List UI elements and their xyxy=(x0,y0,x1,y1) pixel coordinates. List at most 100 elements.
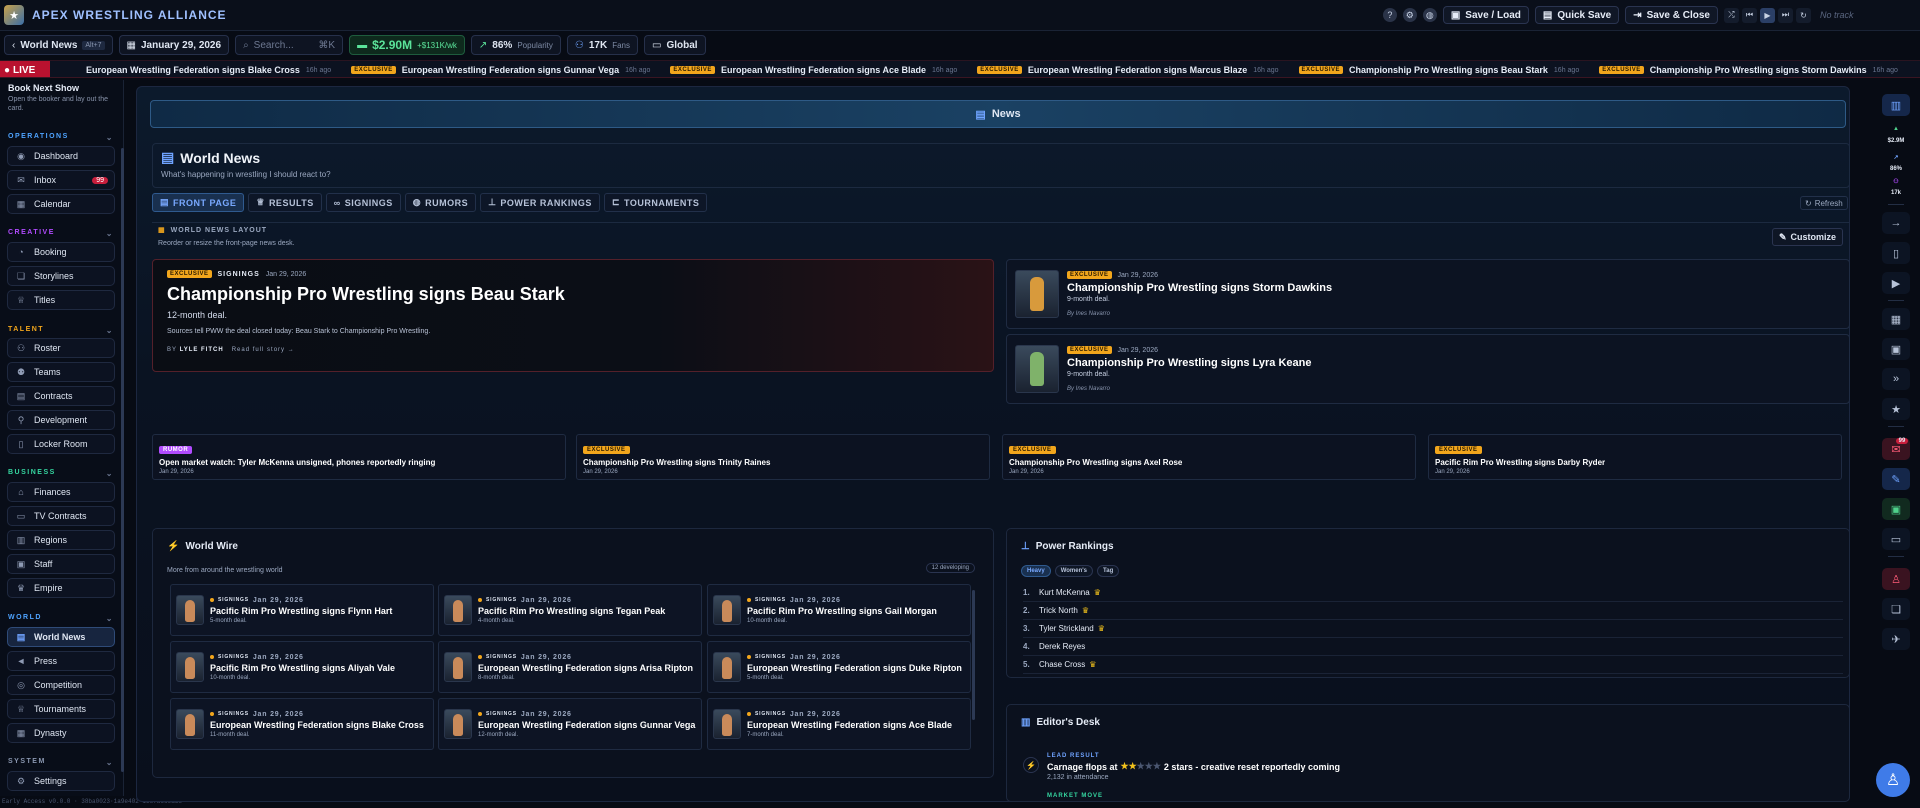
sidebar-item-contracts[interactable]: ▤ Contracts xyxy=(7,386,115,406)
id-card-icon[interactable]: ▭ xyxy=(1882,528,1910,550)
side-story[interactable]: EXCLUSIVE Jan 29, 2026 Championship Pro W… xyxy=(1006,259,1850,329)
ticker-item[interactable]: EXCLUSIVE European Wrestling Federation s… xyxy=(670,65,957,75)
save-load-button[interactable]: ▣ Save / Load xyxy=(1442,6,1529,24)
section-business[interactable]: BUSINESS ⌄ xyxy=(8,469,114,478)
fans-display[interactable]: ⚇ 17K Fans xyxy=(566,35,639,55)
layout-icon[interactable]: ▥ xyxy=(1882,94,1910,116)
customize-button[interactable]: ✎ Customize xyxy=(1772,228,1844,246)
read-full-story-link[interactable]: Read full story → xyxy=(232,347,295,353)
sidebar-item-calendar[interactable]: ▦ Calendar xyxy=(7,194,115,214)
globe-icon[interactable]: ◍ xyxy=(1422,8,1437,22)
side-story[interactable]: EXCLUSIVE Jan 29, 2026 Championship Pro W… xyxy=(1006,334,1850,404)
search-input[interactable]: ⌕ Search... ⌘K xyxy=(235,35,344,55)
help-icon[interactable]: ? xyxy=(1382,8,1397,22)
ranking-tab-heavy[interactable]: Heavy xyxy=(1021,565,1051,577)
wire-scrollbar[interactable] xyxy=(972,590,975,720)
book-icon[interactable]: ❏ xyxy=(1882,598,1910,620)
save-close-button[interactable]: ⇥ Save & Close xyxy=(1625,6,1718,24)
ticker-item[interactable]: EXCLUSIVE European Wrestling Federation s… xyxy=(977,65,1279,75)
sidebar-item-settings[interactable]: ⚙ Settings xyxy=(7,771,115,791)
ranking-row[interactable]: 4. Derek Reyes xyxy=(1023,638,1843,656)
edit-icon[interactable]: ✎ xyxy=(1882,468,1910,490)
calendar-icon[interactable]: ▦ xyxy=(1882,308,1910,330)
shuffle-icon[interactable]: ⤮ xyxy=(1724,7,1739,23)
plane-icon[interactable]: ✈ xyxy=(1882,628,1910,650)
sidebar-scrollbar[interactable] xyxy=(121,148,124,772)
ranking-row[interactable]: 5. Chase Cross ♛ xyxy=(1023,656,1843,674)
wire-card[interactable]: SIGNINGS Jan 29, 2026 European Wrestling F… xyxy=(438,641,702,693)
wire-card[interactable]: SIGNINGS Jan 29, 2026 European Wrestling F… xyxy=(438,698,702,750)
tab-rumors[interactable]: ◍ RUMORS xyxy=(404,193,477,212)
fast-forward-icon[interactable]: » xyxy=(1882,368,1910,390)
ranking-row[interactable]: 3. Tyler Strickland ♛ xyxy=(1023,620,1843,638)
ranking-tab-tag[interactable]: Tag xyxy=(1097,565,1120,577)
sidebar-item-titles[interactable]: ♕ Titles xyxy=(7,290,115,310)
sidebar-item-dynasty[interactable]: ▦ Dynasty xyxy=(7,723,115,743)
ranking-row[interactable]: 1. Kurt McKenna ♛ xyxy=(1023,584,1843,602)
section-world[interactable]: WORLD ⌄ xyxy=(8,614,114,623)
mini-story[interactable]: EXCLUSIVE Pacific Rim Pro Wrestling signs… xyxy=(1428,434,1842,480)
ranking-tab-womens[interactable]: Women's xyxy=(1054,565,1094,577)
tab-results[interactable]: ♕ RESULTS xyxy=(248,193,322,212)
save-icon[interactable]: ▣ xyxy=(1882,498,1910,520)
sidebar-item-tv-contracts[interactable]: ▭ TV Contracts xyxy=(7,506,115,526)
repeat-icon[interactable]: ↻ xyxy=(1796,7,1811,23)
wire-card[interactable]: SIGNINGS Jan 29, 2026 Pacific Rim Pro Wres… xyxy=(438,584,702,636)
mini-story[interactable]: EXCLUSIVE Championship Pro Wrestling sign… xyxy=(1002,434,1416,480)
ticker-item[interactable]: European Wrestling Federation signs Blak… xyxy=(86,65,331,75)
world-news-crumb[interactable]: ‹ World News Alt+7 xyxy=(4,35,113,55)
sidebar-item-world-news[interactable]: ▤ World News xyxy=(7,627,115,647)
arrow-right-icon[interactable]: → xyxy=(1882,212,1910,234)
money-display[interactable]: ▬ $2.90M +$131K/wk xyxy=(349,35,465,55)
sidebar-item-booking[interactable]: ◔ Booking xyxy=(7,242,115,262)
lead-result[interactable]: LEAD RESULT Carnage flops at ★★★★★ 2 stars… xyxy=(1047,753,1340,799)
sidebar-item-inbox[interactable]: ✉ Inbox 99 xyxy=(7,170,115,190)
play-icon[interactable]: ▶ xyxy=(1882,272,1910,294)
sidebar-item-empire[interactable]: ♛ Empire xyxy=(7,578,115,598)
sidebar-item-competition[interactable]: ◎ Competition xyxy=(7,675,115,695)
refresh-button[interactable]: ↻ Refresh xyxy=(1800,196,1848,210)
tab-power-rankings[interactable]: ⊥ POWER RANKINGS xyxy=(480,193,600,212)
ranking-row[interactable]: 2. Trick North ♛ xyxy=(1023,602,1843,620)
tab-front-page[interactable]: ▤ FRONT PAGE xyxy=(152,193,245,212)
wire-card[interactable]: SIGNINGS Jan 29, 2026 Pacific Rim Pro Wres… xyxy=(170,584,434,636)
sidebar-item-roster[interactable]: ⚇ Roster xyxy=(7,338,115,358)
tab-signings[interactable]: ∞ SIGNINGS xyxy=(325,193,401,212)
section-talent[interactable]: TALENT ⌄ xyxy=(8,326,114,335)
tab-tournaments[interactable]: ⊏ TOURNAMENTS xyxy=(603,193,708,212)
ticker-item[interactable]: EXCLUSIVE European Wrestling Federation s… xyxy=(351,65,650,75)
quick-save-button[interactable]: ▤ Quick Save xyxy=(1534,6,1620,24)
calendar-day-icon[interactable]: ▣ xyxy=(1882,338,1910,360)
sidebar-item-staff[interactable]: ▣ Staff xyxy=(7,554,115,574)
wire-card[interactable]: SIGNINGS Jan 29, 2026 Pacific Rim Pro Wres… xyxy=(707,584,971,636)
mini-story[interactable]: EXCLUSIVE Championship Pro Wrestling sign… xyxy=(576,434,990,480)
wire-card[interactable]: SIGNINGS Jan 29, 2026 European Wrestling F… xyxy=(707,698,971,750)
sidebar-item-development[interactable]: ⚲ Development xyxy=(7,410,115,430)
book-next-show-card[interactable]: Book Next Show Open the booker and lay o… xyxy=(8,84,112,113)
mini-story[interactable]: RUMOR Open market watch: Tyler McKenna un… xyxy=(152,434,566,480)
sidebar-item-regions[interactable]: ▥ Regions xyxy=(7,530,115,550)
sidebar-item-press[interactable]: ◄ Press xyxy=(7,651,115,671)
sidebar-item-locker-room[interactable]: ▯ Locker Room xyxy=(7,434,115,454)
ticker-item[interactable]: EXCLUSIVE Championship Pro Wrestling sign… xyxy=(1599,65,1898,75)
hero-story[interactable]: EXCLUSIVE SIGNINGS Jan 29, 2026 Champion… xyxy=(152,259,994,372)
popularity-display[interactable]: ↗ 86% Popularity xyxy=(470,35,561,55)
previous-icon[interactable]: ⏮ xyxy=(1742,7,1757,23)
wire-card[interactable]: SIGNINGS Jan 29, 2026 European Wrestling F… xyxy=(170,698,434,750)
profile-fab[interactable]: ♙ xyxy=(1876,763,1910,797)
wire-card[interactable]: SIGNINGS Jan 29, 2026 Pacific Rim Pro Wres… xyxy=(170,641,434,693)
sidebar-item-dashboard[interactable]: ◉ Dashboard xyxy=(7,146,115,166)
trash-icon[interactable]: ▯ xyxy=(1882,242,1910,264)
sidebar-item-teams[interactable]: ⚉ Teams xyxy=(7,362,115,382)
section-system[interactable]: SYSTEM ⌄ xyxy=(8,758,114,767)
scope-toggle[interactable]: ▭ Global xyxy=(644,35,706,55)
play-icon[interactable]: ▶ xyxy=(1760,7,1775,23)
sidebar-item-finances[interactable]: ⌂ Finances xyxy=(7,482,115,502)
settings-icon[interactable]: ⚙ xyxy=(1402,8,1417,22)
sidebar-item-tournaments[interactable]: ♕ Tournaments xyxy=(7,699,115,719)
sidebar-item-storylines[interactable]: ❏ Storylines xyxy=(7,266,115,286)
next-icon[interactable]: ⏭ xyxy=(1778,7,1793,23)
wire-card[interactable]: SIGNINGS Jan 29, 2026 European Wrestling F… xyxy=(707,641,971,693)
date-display[interactable]: ▦ January 29, 2026 xyxy=(118,35,230,55)
person-icon[interactable]: ♙ xyxy=(1882,568,1910,590)
